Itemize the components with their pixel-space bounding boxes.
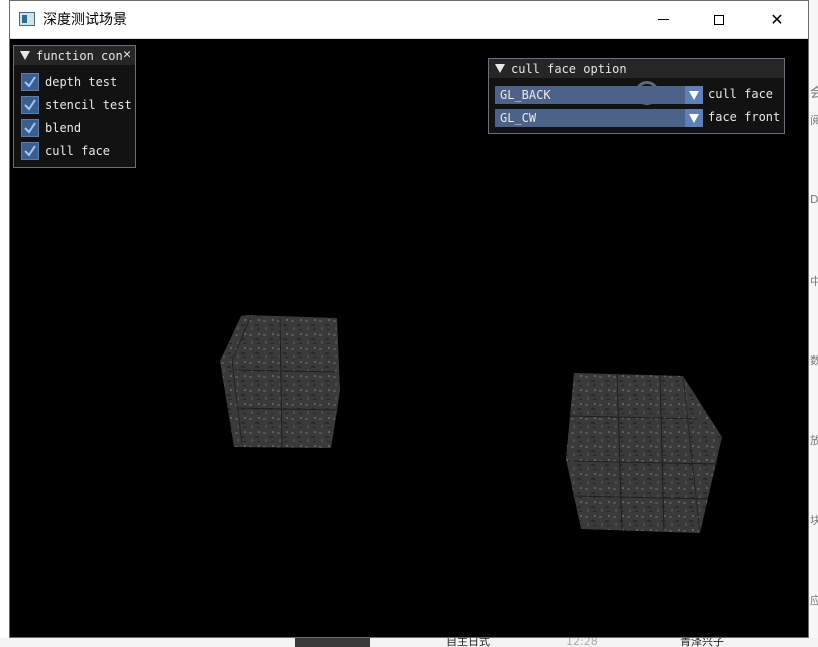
checkbox-label: depth test [45, 75, 118, 89]
maximize-button[interactable] [696, 1, 742, 38]
combo-label: face front [708, 110, 781, 124]
cull-face-combo[interactable]: GL_BACK [495, 86, 703, 104]
taskbar-button[interactable] [295, 638, 370, 647]
close-icon[interactable]: ✕ [123, 47, 131, 62]
checkbox-blend[interactable]: blend [21, 119, 81, 137]
check-icon [24, 145, 36, 157]
face-front-combo[interactable]: GL_CW [495, 109, 703, 127]
check-icon [24, 122, 36, 134]
panel-header[interactable]: cull face option [489, 59, 784, 78]
background-text: 会 [810, 86, 818, 101]
background-text: 块 [810, 514, 818, 527]
maximize-icon [714, 14, 724, 25]
taskbar-time: 12:28 [566, 637, 598, 647]
checkbox-label: stencil test [45, 98, 132, 112]
title-bar[interactable]: 深度测试场景 ✕ [10, 1, 808, 39]
checkbox-stencil-test[interactable]: stencil test [21, 96, 132, 114]
combo-value: GL_CW [500, 111, 537, 125]
chevron-down-icon[interactable] [685, 86, 703, 104]
combo-value: GL_BACK [500, 88, 551, 102]
close-icon: ✕ [770, 10, 784, 29]
app-icon [19, 12, 35, 26]
checkbox[interactable] [21, 96, 39, 114]
checkbox[interactable] [21, 119, 39, 137]
background-text: D_ [810, 193, 818, 206]
chevron-down-icon[interactable] [685, 109, 703, 127]
combo-label: cull face [708, 87, 774, 101]
checkbox[interactable] [21, 142, 39, 160]
app-window: 深度测试场景 ✕ function con ✕ depth test stenc… [9, 0, 809, 638]
panel-header[interactable]: function con [14, 46, 135, 65]
panel-title: cull face option [511, 61, 627, 76]
panel-title: function con [36, 48, 123, 63]
cull-face-option-panel[interactable]: cull face option GL_BACK cull face GL_CW… [488, 58, 785, 134]
cube-left [220, 315, 340, 448]
minimize-button[interactable] [640, 1, 686, 38]
background-text: 阅 [810, 114, 818, 127]
checkbox-label: blend [45, 121, 82, 135]
checkbox-cull-face[interactable]: cull face [21, 142, 110, 160]
collapse-triangle-icon[interactable] [20, 51, 30, 60]
taskbar-item[interactable]: 青泽兴子 [680, 637, 724, 647]
background-text: 应 [810, 594, 818, 607]
close-button[interactable]: ✕ [754, 1, 800, 38]
check-icon [24, 76, 36, 88]
cube-right [566, 373, 722, 534]
function-control-panel[interactable]: function con ✕ depth test stencil test b… [13, 45, 136, 168]
collapse-triangle-icon[interactable] [495, 64, 505, 73]
checkbox[interactable] [21, 73, 39, 91]
checkbox-label: cull face [45, 144, 111, 158]
window-title: 深度测试场景 [43, 12, 127, 28]
taskbar-item[interactable]: 自主日式 [446, 637, 490, 647]
checkbox-depth-test[interactable]: depth test [21, 73, 117, 91]
background-text: 放 [810, 434, 818, 447]
check-icon [24, 99, 36, 111]
minimize-icon [657, 19, 669, 20]
background-text: 数 [810, 354, 818, 367]
background-text: 中 [810, 275, 818, 288]
